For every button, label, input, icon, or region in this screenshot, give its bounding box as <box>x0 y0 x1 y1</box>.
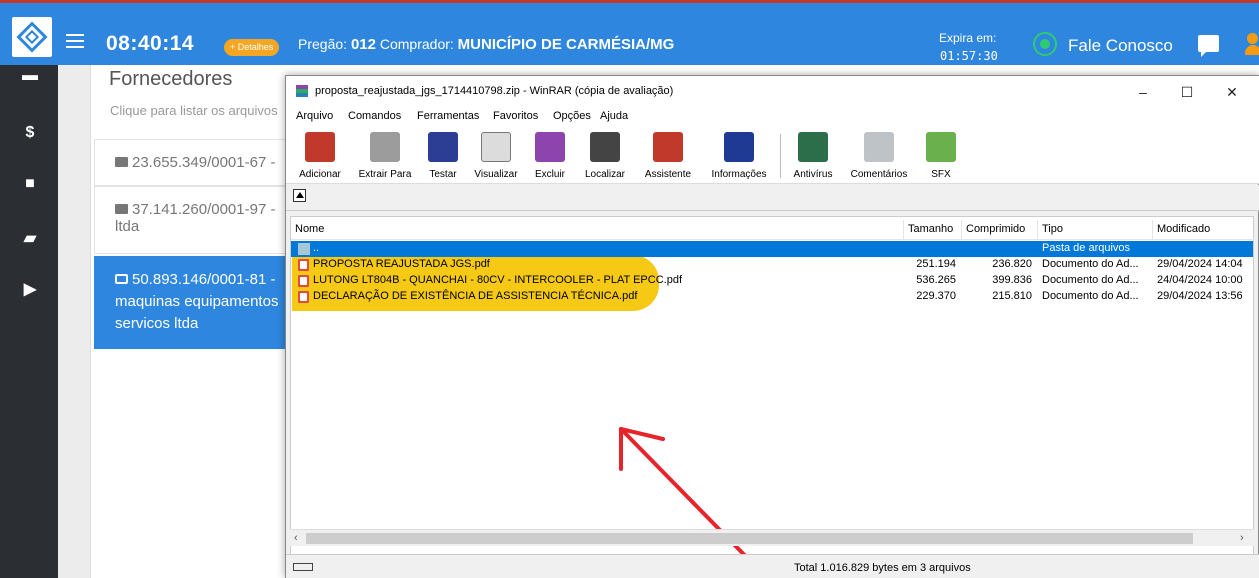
window-title: proposta_reajustada_jgs_1714410798.zip -… <box>315 85 674 97</box>
whatsapp-icon[interactable] <box>1033 32 1057 56</box>
expira-time: 01:57:30 <box>940 49 998 63</box>
sfx-button[interactable]: SFX <box>920 128 962 182</box>
winrar-icon <box>296 85 308 97</box>
menu-arquivo[interactable]: Arquivo <box>296 110 333 122</box>
app-logo[interactable] <box>12 17 52 57</box>
panel-title: Fornecedores <box>109 68 233 90</box>
delete-button[interactable]: Excluir <box>528 128 572 182</box>
chat-icon[interactable] <box>1198 35 1219 57</box>
pregao-number: 012 <box>350 36 376 53</box>
info-button[interactable]: Informações <box>702 128 776 182</box>
find-button[interactable]: Localizar <box>576 128 634 182</box>
file-list: Nome Tamanho Comprimido Tipo Modificado … <box>290 216 1255 559</box>
status-bar: Total 1.016.829 bytes em 3 arquivos <box>286 554 1259 578</box>
info-icon <box>724 132 754 162</box>
extract-button[interactable]: Extrair Para <box>352 128 418 182</box>
notebook-icon[interactable]: ▰ <box>21 228 39 247</box>
details-button[interactable]: + Detalhes <box>224 39 280 56</box>
find-icon <box>590 132 620 162</box>
add-button[interactable]: Adicionar <box>290 128 350 182</box>
drive-icon[interactable] <box>293 563 313 571</box>
antivirus-button[interactable]: Antivírus <box>784 128 842 182</box>
dollar-icon[interactable]: $ <box>21 124 39 142</box>
folder-icon[interactable]: ■ <box>21 175 39 193</box>
close-button[interactable]: ✕ <box>1215 81 1249 103</box>
expira-label: Expira em: <box>939 31 997 45</box>
menu-comandos[interactable]: Comandos <box>348 110 401 122</box>
supplier-name: maquinas equipamentos <box>115 293 279 310</box>
status-text: Total 1.016.829 bytes em 3 arquivos <box>794 562 971 574</box>
toolbar: Adicionar Extrair Para Testar Visualizar… <box>286 126 1259 184</box>
wizard-button[interactable]: Assistente <box>636 128 700 182</box>
antivirus-icon <box>798 132 828 162</box>
minimize-button[interactable]: – <box>1126 81 1160 103</box>
menu-favoritos[interactable]: Favoritos <box>493 110 538 122</box>
menu-opcoes[interactable]: Opções <box>553 110 591 122</box>
supplier-item-active[interactable]: 50.893.146/0001-81 - maquinas equipament… <box>94 256 294 349</box>
comments-button[interactable]: Comentários <box>844 128 914 182</box>
test-button[interactable]: Testar <box>422 128 464 182</box>
scroll-right-icon[interactable]: › <box>1240 532 1244 544</box>
clock: 08:40:14 <box>106 32 195 55</box>
folder-open-icon <box>115 274 128 284</box>
folder-icon <box>115 204 128 214</box>
panel-subtitle: Clique para listar os arquivos <box>110 103 278 118</box>
view-icon <box>481 132 511 162</box>
folder-icon <box>115 157 128 167</box>
comprador-label: Comprador: <box>379 36 454 52</box>
scrollbar-thumb[interactable] <box>306 533 1193 544</box>
supplier-item[interactable]: 23.655.349/0001-67 - <box>94 139 294 186</box>
top-bar: 08:40:14 + Detalhes Pregão: 012 Comprado… <box>0 0 1259 65</box>
test-icon <box>428 132 458 162</box>
supplier-cnpj: 50.893.146/0001-81 - <box>132 271 276 288</box>
supplier-cnpj: 37.141.260/0001-97 - <box>132 201 276 218</box>
pregao-info: Pregão: 012 Comprador: MUNICÍPIO DE CARM… <box>298 36 674 53</box>
sfx-icon <box>926 132 956 162</box>
maximize-button[interactable]: ☐ <box>1170 81 1204 103</box>
menu-ferramentas[interactable]: Ferramentas <box>417 110 479 122</box>
left-sidebar: ▬ $ ■ ▰ ▶ <box>0 65 58 578</box>
user-icon[interactable] <box>1245 33 1259 57</box>
winrar-titlebar[interactable]: proposta_reajustada_jgs_1714410798.zip -… <box>286 76 1259 106</box>
comment-icon <box>864 132 894 162</box>
view-button[interactable]: Visualizar <box>468 128 524 182</box>
extract-icon <box>370 132 400 162</box>
scroll-left-icon[interactable]: ‹ <box>294 532 298 544</box>
add-archive-icon <box>305 132 335 162</box>
pregao-label: Pregão: <box>298 36 348 52</box>
fale-conosco-link[interactable]: Fale Conosco <box>1068 36 1173 56</box>
comprador-name: MUNICÍPIO DE CARMÉSIA/MG <box>457 36 675 53</box>
folder-open-icon[interactable]: ▶ <box>21 279 39 298</box>
horizontal-scrollbar[interactable]: ‹ › <box>290 529 1254 546</box>
supplier-name: ltda <box>115 218 140 235</box>
wizard-icon <box>653 132 683 162</box>
supplier-cnpj: 23.655.349/0001-67 - <box>132 154 276 171</box>
delete-icon <box>535 132 565 162</box>
book-icon[interactable]: ▬ <box>21 67 39 85</box>
menu-bar: Arquivo Comandos Ferramentas Favoritos O… <box>286 106 1259 126</box>
supplier-name-cont: servicos ltda <box>115 315 199 332</box>
hamburger-menu-icon[interactable] <box>66 34 84 48</box>
toolbar-separator <box>780 134 781 178</box>
winrar-window: proposta_reajustada_jgs_1714410798.zip -… <box>285 75 1259 578</box>
red-arrow-annotation <box>619 427 752 559</box>
path-bar <box>286 185 1259 211</box>
supplier-item[interactable]: 37.141.260/0001-97 - ltda <box>94 186 294 254</box>
menu-ajuda[interactable]: Ajuda <box>600 110 628 122</box>
up-folder-button[interactable] <box>293 189 306 202</box>
